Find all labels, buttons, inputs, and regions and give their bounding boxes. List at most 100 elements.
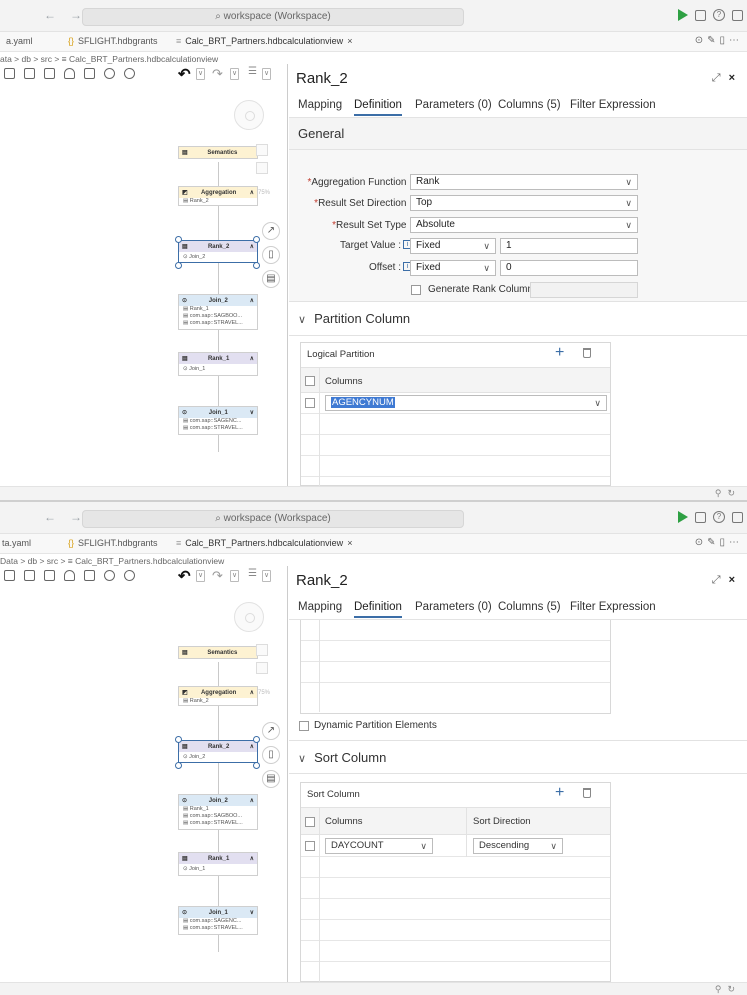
tab-parameters[interactable]: Parameters (0) [415, 99, 492, 111]
sort-direction-select[interactable]: Descending ∨ [473, 838, 563, 854]
delete-tool-icon[interactable] [64, 68, 75, 79]
chevron-up-icon[interactable]: ∧ [250, 743, 254, 750]
canvas-divider[interactable] [287, 566, 288, 982]
semantics-side-button[interactable] [256, 644, 268, 656]
result-set-type-select[interactable]: Absolute ∨ [410, 217, 638, 233]
resize-handle[interactable] [175, 762, 182, 769]
breadcrumb[interactable]: ata > db > src > ≡ Calc_BRT_Partners.hdb… [0, 54, 218, 64]
aggregation-node[interactable]: ◩ Aggregation ∧ ▤ Rank_2 [178, 686, 258, 706]
rank2-node[interactable]: ▤ Rank_2 ∧ ⊙ Join_2 [178, 740, 258, 763]
close-panel-icon[interactable]: × [729, 574, 743, 586]
tab-calcview[interactable]: ≡ Calc_BRT_Partners.hdbcalculationview × [176, 36, 352, 46]
semantics-node[interactable]: ▤ Semantics [178, 646, 258, 659]
panel-icon[interactable] [732, 9, 743, 21]
layout-icon[interactable] [695, 511, 706, 523]
offset-type-select[interactable]: Fixed ∨ [410, 260, 496, 276]
navigation-pad[interactable] [234, 100, 264, 130]
tab-parameters[interactable]: Parameters (0) [415, 601, 492, 613]
layout-icon[interactable] [695, 9, 706, 21]
status-icons[interactable]: ⚲↻ [715, 488, 741, 499]
tab-yaml[interactable]: a.yaml [6, 36, 33, 46]
resize-handle[interactable] [253, 262, 260, 269]
resize-handle[interactable] [175, 262, 182, 269]
status-icons[interactable]: ⚲↻ [715, 984, 741, 995]
row-checkbox[interactable] [305, 398, 315, 408]
join2-node[interactable]: ⊙ Join_2 ∧ ▤ Rank_1 ▤ com.sap::SAGBOO... ▤… [178, 794, 258, 830]
diagram-canvas[interactable]: ▤ Semantics ◩ Aggregation ∧ ▤ Rank_2 75% ▤ R… [0, 586, 288, 982]
help-icon[interactable]: ? [713, 511, 725, 523]
join1-node[interactable]: ⊙ Join_1 ∨ ▤ com.sap::SAGENC... ▤ com.sap:… [178, 406, 258, 435]
rank1-node[interactable]: ▤ Rank_1 ∧ ⊙ Join_1 [178, 852, 258, 876]
align-icon[interactable]: ☰ [248, 66, 257, 77]
run-icon[interactable] [678, 511, 688, 523]
join1-node[interactable]: ⊙ Join_1 ∨ ▤ com.sap::SAGENC... ▤ com.sap:… [178, 906, 258, 935]
copy-tool-icon[interactable] [84, 570, 95, 581]
tab-yaml[interactable]: ta.yaml [2, 538, 31, 548]
tab-actions[interactable]: ⊙✎▯⋯ [695, 35, 743, 46]
redo-dropdown-icon[interactable]: ∨ [230, 68, 239, 80]
chevron-down-icon[interactable]: ∨ [250, 909, 254, 916]
tab-columns[interactable]: Columns (5) [498, 601, 561, 613]
tab-calcview[interactable]: ≡ Calc_BRT_Partners.hdbcalculationview × [176, 538, 352, 548]
collapse-tool-icon[interactable] [44, 570, 55, 581]
navigation-pad[interactable] [234, 602, 264, 632]
generate-rank-column-checkbox[interactable] [411, 285, 421, 295]
join2-node[interactable]: ⊙ Join_2 ∧ ▤ Rank_1 ▤ com.sap::SAGBOO... ▤… [178, 294, 258, 330]
tab-mapping[interactable]: Mapping [298, 99, 342, 111]
tab-actions[interactable]: ⊙✎▯⋯ [695, 537, 743, 548]
delete-sort-column-icon[interactable] [583, 788, 591, 798]
target-value-input[interactable]: 1 [500, 238, 638, 254]
breadcrumb[interactable]: Data > db > src > ≡ Calc_BRT_Partners.hd… [0, 556, 224, 566]
sort-section-header[interactable]: ∨ Sort Column [289, 740, 747, 774]
sort-column-select[interactable]: DAYCOUNT ∨ [325, 838, 433, 854]
select-all-checkbox[interactable] [305, 376, 315, 386]
settings-tool-icon[interactable] [124, 68, 135, 79]
delete-partition-icon[interactable] [583, 348, 591, 358]
run-icon[interactable] [678, 9, 688, 21]
performance-tool-icon[interactable] [104, 68, 115, 79]
partition-section-header[interactable]: ∨ Partition Column [289, 302, 747, 336]
resize-handle[interactable] [175, 236, 182, 243]
settings-tool-icon[interactable] [124, 570, 135, 581]
undo-icon[interactable]: ↶ [178, 567, 191, 585]
undo-icon[interactable]: ↶ [178, 65, 191, 83]
result-set-direction-select[interactable]: Top ∨ [410, 195, 638, 211]
align-dropdown-icon[interactable]: ∨ [262, 68, 271, 80]
resize-handle[interactable] [175, 736, 182, 743]
diagram-canvas[interactable]: ▤ Semantics ◩ Aggregation ∧ ▤ Rank_2 75% ▤ R… [0, 84, 288, 486]
resize-handle[interactable] [253, 236, 260, 243]
help-icon[interactable]: ? [713, 9, 725, 21]
delete-node-icon[interactable]: ▯ [262, 246, 280, 264]
aggregation-function-select[interactable]: Rank ∨ [410, 174, 638, 190]
redo-icon[interactable]: ↷ [212, 66, 223, 82]
dynamic-partition-checkbox[interactable] [299, 721, 309, 731]
undo-dropdown-icon[interactable]: ∨ [196, 68, 205, 80]
partition-column-select[interactable]: AGENCYNUM ∨ [325, 395, 607, 411]
select-all-checkbox[interactable] [305, 817, 315, 827]
chevron-up-icon[interactable]: ∧ [250, 689, 254, 696]
tab-filter-expression[interactable]: Filter Expression [570, 99, 656, 111]
tab-filter-expression[interactable]: Filter Expression [570, 601, 656, 613]
delete-node-icon[interactable]: ▯ [262, 746, 280, 764]
semantics-side-button[interactable] [256, 144, 268, 156]
aggregation-node[interactable]: ◩ Aggregation ∧ ▤ Rank_2 [178, 186, 258, 206]
redo-dropdown-icon[interactable]: ∨ [230, 570, 239, 582]
expand-tool-icon[interactable] [24, 570, 35, 581]
chevron-up-icon[interactable]: ∧ [250, 189, 254, 196]
row-checkbox[interactable] [305, 841, 315, 851]
undo-dropdown-icon[interactable]: ∨ [196, 570, 205, 582]
resize-handle[interactable] [253, 736, 260, 743]
align-icon[interactable]: ☰ [248, 568, 257, 579]
offset-input[interactable]: 0 [500, 260, 638, 276]
connect-arrow-icon[interactable]: ↗ [262, 222, 280, 240]
rank1-node[interactable]: ▤ Rank_1 ∧ ⊙ Join_1 [178, 352, 258, 376]
tab-hdbgrants[interactable]: {} SFLIGHT.hdbgrants [68, 36, 158, 46]
resize-handle[interactable] [253, 762, 260, 769]
align-dropdown-icon[interactable]: ∨ [262, 570, 271, 582]
layout-tool-icon[interactable] [4, 570, 15, 581]
redo-icon[interactable]: ↷ [212, 568, 223, 584]
rank-column-name-input[interactable] [530, 282, 638, 298]
chevron-down-icon[interactable]: ∨ [250, 409, 254, 416]
tab-hdbgrants[interactable]: {} SFLIGHT.hdbgrants [68, 538, 158, 548]
tab-definition[interactable]: Definition [354, 601, 402, 618]
